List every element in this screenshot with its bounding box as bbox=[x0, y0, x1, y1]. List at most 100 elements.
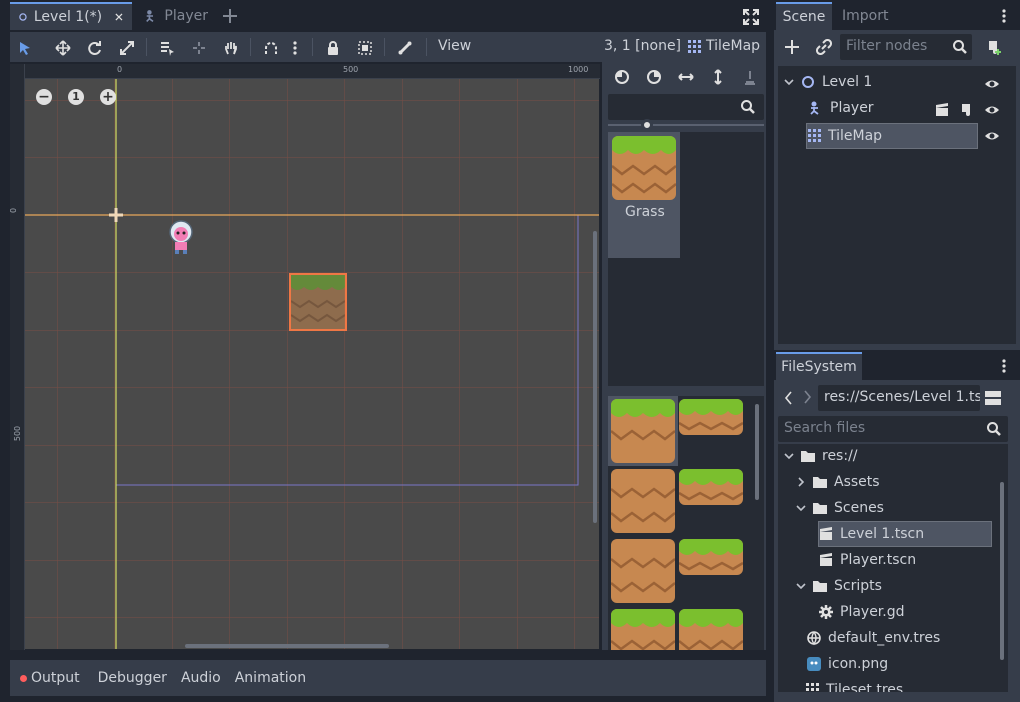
tab-filesystem[interactable]: FileSystem bbox=[776, 352, 862, 380]
zoom-out-button[interactable]: − bbox=[36, 89, 52, 105]
tile-item-grass[interactable]: Grass bbox=[608, 132, 680, 258]
attach-script-button[interactable] bbox=[986, 39, 1002, 59]
ruler-label: 500 bbox=[13, 425, 23, 442]
open-instance-button[interactable] bbox=[934, 102, 950, 122]
tree-item-assets[interactable]: Assets bbox=[796, 470, 880, 494]
filesystem-dock-tabs: FileSystem bbox=[774, 352, 1020, 380]
chevron-right-icon bbox=[804, 390, 812, 404]
close-icon[interactable] bbox=[114, 9, 124, 25]
player-sprite[interactable] bbox=[167, 218, 195, 254]
placed-grass-tile[interactable] bbox=[289, 273, 347, 331]
subtile-grass-full[interactable] bbox=[611, 609, 675, 650]
split-mode-button[interactable] bbox=[984, 389, 1002, 411]
rotate-mode-button[interactable] bbox=[84, 37, 106, 59]
subtile-grass-thin[interactable] bbox=[679, 539, 743, 575]
open-script-button[interactable] bbox=[958, 102, 974, 122]
lock-button[interactable] bbox=[322, 37, 344, 59]
tree-node-level-1[interactable]: Level 1 bbox=[784, 70, 872, 94]
tree-item-scripts[interactable]: Scripts bbox=[796, 574, 882, 598]
add-node-button[interactable] bbox=[784, 39, 800, 59]
zoom-reset-button[interactable]: 1 bbox=[68, 89, 84, 105]
grass-tile-preview bbox=[612, 136, 676, 200]
snap-toggle-button[interactable] bbox=[260, 37, 282, 59]
visibility-toggle[interactable] bbox=[984, 128, 1000, 148]
skeleton-button[interactable] bbox=[394, 37, 416, 59]
tile-search-input[interactable] bbox=[608, 94, 764, 120]
subtile-grass-thin[interactable] bbox=[679, 399, 743, 435]
scene-file-icon bbox=[820, 553, 832, 566]
instance-scene-button[interactable] bbox=[816, 39, 832, 59]
flip-vertical-icon bbox=[714, 69, 722, 85]
subtile-scrollbar[interactable] bbox=[755, 404, 759, 500]
filter-nodes-input[interactable]: Filter nodes bbox=[840, 34, 972, 60]
snap-options-button[interactable] bbox=[288, 37, 302, 59]
subtile-grass-full[interactable] bbox=[611, 399, 675, 463]
dock-menu-button[interactable] bbox=[1002, 8, 1006, 28]
visibility-toggle[interactable] bbox=[984, 102, 1000, 122]
group-button[interactable] bbox=[354, 37, 376, 59]
tab-import[interactable]: Import bbox=[842, 2, 898, 30]
error-dot-icon bbox=[20, 674, 27, 682]
split-view-icon bbox=[985, 391, 1001, 405]
tree-node-tilemap[interactable]: TileMap bbox=[808, 124, 882, 148]
back-button[interactable] bbox=[784, 390, 794, 409]
gear-icon bbox=[819, 605, 833, 619]
tree-item-scenes[interactable]: Scenes bbox=[796, 496, 884, 520]
path-field[interactable]: res://Scenes/Level 1.ts bbox=[818, 385, 980, 411]
tab-output[interactable]: Output bbox=[31, 670, 80, 686]
subtile-dirt[interactable] bbox=[611, 469, 675, 533]
palette-zoom-slider[interactable] bbox=[608, 124, 764, 126]
select-mode-button[interactable] bbox=[14, 37, 36, 59]
vertical-scrollbar[interactable] bbox=[593, 231, 597, 523]
eye-icon bbox=[985, 80, 999, 88]
file-tree-scrollbar[interactable] bbox=[1000, 482, 1004, 660]
globe-icon bbox=[807, 631, 821, 646]
add-tab-button[interactable] bbox=[220, 6, 240, 26]
visibility-toggle[interactable] bbox=[984, 76, 1000, 96]
subtile-grass-thin[interactable] bbox=[679, 469, 743, 505]
canvas-toolbar: View 3, 1 [none] TileMap bbox=[10, 32, 766, 62]
tree-node-player[interactable]: Player bbox=[808, 96, 874, 120]
rotate-right-button[interactable] bbox=[643, 66, 665, 88]
rotate-left-button[interactable] bbox=[611, 66, 633, 88]
flip-vertical-button[interactable] bbox=[707, 66, 729, 88]
search-files-input[interactable]: Search files bbox=[778, 416, 1008, 442]
subtile-grass-full[interactable] bbox=[679, 609, 743, 650]
tab-animation[interactable]: Animation bbox=[235, 670, 306, 686]
scene-tab-bar: Level 1(*) Player bbox=[10, 2, 766, 32]
pan-mode-button[interactable] bbox=[220, 37, 242, 59]
node2d-circle-icon bbox=[802, 76, 814, 88]
tree-item-level-1-tscn[interactable]: Level 1.tscn bbox=[818, 522, 924, 546]
flip-horizontal-button[interactable] bbox=[675, 66, 697, 88]
tree-item-default-env[interactable]: default_env.tres bbox=[806, 626, 940, 650]
horizontal-scrollbar[interactable] bbox=[185, 644, 389, 648]
pivot-mode-button[interactable] bbox=[188, 37, 210, 59]
tree-item-icon-png[interactable]: icon.png bbox=[806, 652, 888, 676]
scale-mode-button[interactable] bbox=[116, 37, 138, 59]
kinematic-body-icon bbox=[146, 10, 154, 23]
tab-audio[interactable]: Audio bbox=[181, 670, 221, 686]
list-select-button[interactable] bbox=[156, 37, 178, 59]
dock-menu-button[interactable] bbox=[1002, 358, 1006, 378]
subtile-dirt[interactable] bbox=[611, 539, 675, 603]
tab-scene[interactable]: Scene bbox=[776, 2, 832, 30]
tilemap-menu[interactable]: TileMap bbox=[706, 38, 760, 54]
tab-debugger[interactable]: Debugger bbox=[98, 670, 167, 686]
view-menu[interactable]: View bbox=[438, 38, 471, 54]
distraction-free-button[interactable] bbox=[742, 8, 760, 26]
tree-item-player-gd[interactable]: Player.gd bbox=[818, 600, 905, 624]
clear-transform-button[interactable] bbox=[739, 66, 761, 88]
forward-button[interactable] bbox=[802, 390, 812, 408]
folder-icon bbox=[813, 581, 827, 592]
horizontal-ruler: 0 500 1000 bbox=[10, 64, 600, 79]
canvas-viewport[interactable] bbox=[10, 64, 600, 650]
tree-item-res[interactable]: res:// bbox=[784, 444, 858, 468]
tab-level-1[interactable]: Level 1(*) bbox=[10, 2, 132, 30]
tree-item-tileset-tres[interactable]: Tileset.tres bbox=[806, 678, 903, 692]
tab-player[interactable]: Player bbox=[136, 2, 216, 30]
slider-handle[interactable] bbox=[641, 119, 653, 131]
tree-item-player-tscn[interactable]: Player.tscn bbox=[818, 548, 916, 572]
move-mode-button[interactable] bbox=[52, 37, 74, 59]
folder-icon bbox=[801, 451, 815, 462]
zoom-in-button[interactable]: + bbox=[100, 89, 116, 105]
